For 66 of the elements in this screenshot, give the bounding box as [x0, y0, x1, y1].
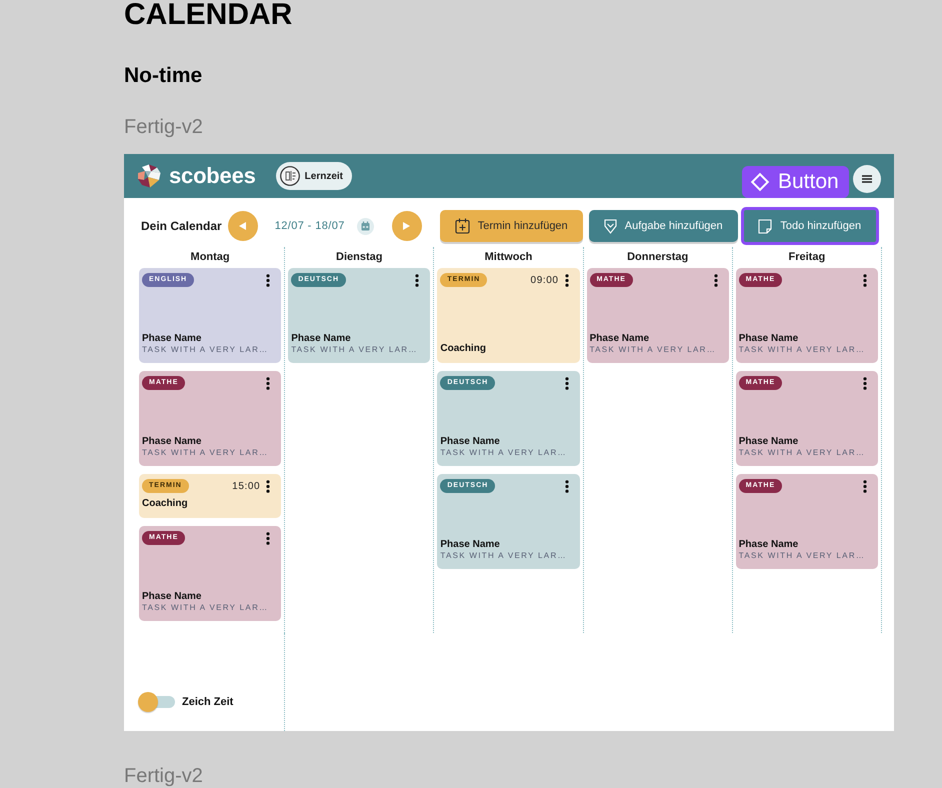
- page-title: CALENDAR: [124, 0, 292, 30]
- caret-left-icon: [239, 222, 246, 230]
- day-header: Freitag: [788, 250, 826, 265]
- task-title: TASK WITH A VERY LAR…: [738, 345, 866, 355]
- day-header: Mittwoch: [484, 250, 532, 265]
- diamond-icon: [750, 172, 770, 192]
- phase-name: Phase Name: [738, 539, 798, 551]
- menu-button[interactable]: [853, 165, 881, 193]
- more-icon[interactable]: [564, 376, 569, 390]
- task-title: TASK WITH A VERY LAR…: [738, 448, 866, 458]
- more-icon[interactable]: [266, 532, 270, 544]
- phase-name: Phase Name: [440, 436, 500, 448]
- logo-icon: [137, 164, 161, 188]
- mode-chip[interactable]: Lernzeit: [276, 162, 352, 190]
- appointment-time: 15:00: [232, 480, 260, 492]
- task-title: TASK WITH A VERY LAR…: [440, 551, 567, 561]
- note-icon: [758, 218, 772, 234]
- calendar-icon[interactable]: [356, 218, 374, 234]
- section-title: No-time: [124, 64, 202, 88]
- calendar-plus-icon: [454, 218, 470, 234]
- phase-name: Phase Name: [291, 333, 351, 345]
- toggle-label: Zeich Zeit: [182, 696, 234, 708]
- brand-name: scobees: [169, 162, 256, 190]
- menu-icon: [862, 175, 872, 183]
- appointment-title: Coaching: [142, 498, 188, 510]
- day-header: Montag: [190, 250, 230, 265]
- more-icon[interactable]: [862, 274, 867, 286]
- phase-name: Phase Name: [142, 591, 202, 603]
- component-name: Button: [778, 170, 839, 194]
- day-header: Dienstag: [336, 250, 383, 265]
- phase-name: Phase Name: [142, 436, 202, 448]
- add-button[interactable]: Todo hinzufügen: [740, 207, 879, 245]
- task-title: TASK WITH A VERY LAR…: [142, 603, 268, 613]
- task-title: TASK WITH A VERY LAR…: [590, 345, 716, 355]
- task-title: TASK WITH A VERY LAR…: [142, 345, 268, 355]
- task-title: TASK WITH A VERY LAR…: [291, 345, 418, 355]
- phase-name: Phase Name: [738, 333, 798, 345]
- more-icon[interactable]: [714, 274, 718, 286]
- more-icon[interactable]: [564, 480, 569, 492]
- more-icon[interactable]: [266, 480, 270, 492]
- phase-name: Phase Name: [142, 333, 202, 345]
- frame-label: Fertig-v2: [124, 764, 203, 788]
- toggle-switch[interactable]: [138, 692, 176, 712]
- more-icon[interactable]: [862, 376, 867, 390]
- calendar-title: Dein Calendar: [141, 219, 222, 233]
- task-title: TASK WITH A VERY LAR…: [440, 448, 567, 458]
- more-icon[interactable]: [862, 480, 867, 492]
- phase-name: Phase Name: [590, 333, 650, 345]
- more-icon[interactable]: [266, 274, 270, 286]
- more-icon[interactable]: [564, 274, 569, 286]
- day-header: Donnerstag: [627, 250, 688, 265]
- shield-icon: [604, 218, 617, 234]
- more-icon[interactable]: [266, 376, 270, 390]
- task-title: TASK WITH A VERY LAR…: [738, 551, 866, 561]
- task-title: TASK WITH A VERY LAR…: [142, 448, 268, 458]
- frame-label: Fertig-v2: [124, 115, 203, 139]
- phase-name: Phase Name: [440, 539, 500, 551]
- date-range: 12/07 - 18/07: [274, 220, 345, 232]
- circle-emblem-icon: [280, 166, 300, 186]
- add-button[interactable]: Aufgabe hinzufügen: [588, 210, 738, 242]
- caret-right-icon: [403, 222, 410, 230]
- appointment-time: 09:00: [530, 274, 559, 286]
- more-icon[interactable]: [415, 274, 420, 286]
- add-button[interactable]: Termin hinzufügen: [440, 210, 583, 242]
- appointment-title: Coaching: [440, 343, 486, 355]
- phase-name: Phase Name: [738, 436, 798, 448]
